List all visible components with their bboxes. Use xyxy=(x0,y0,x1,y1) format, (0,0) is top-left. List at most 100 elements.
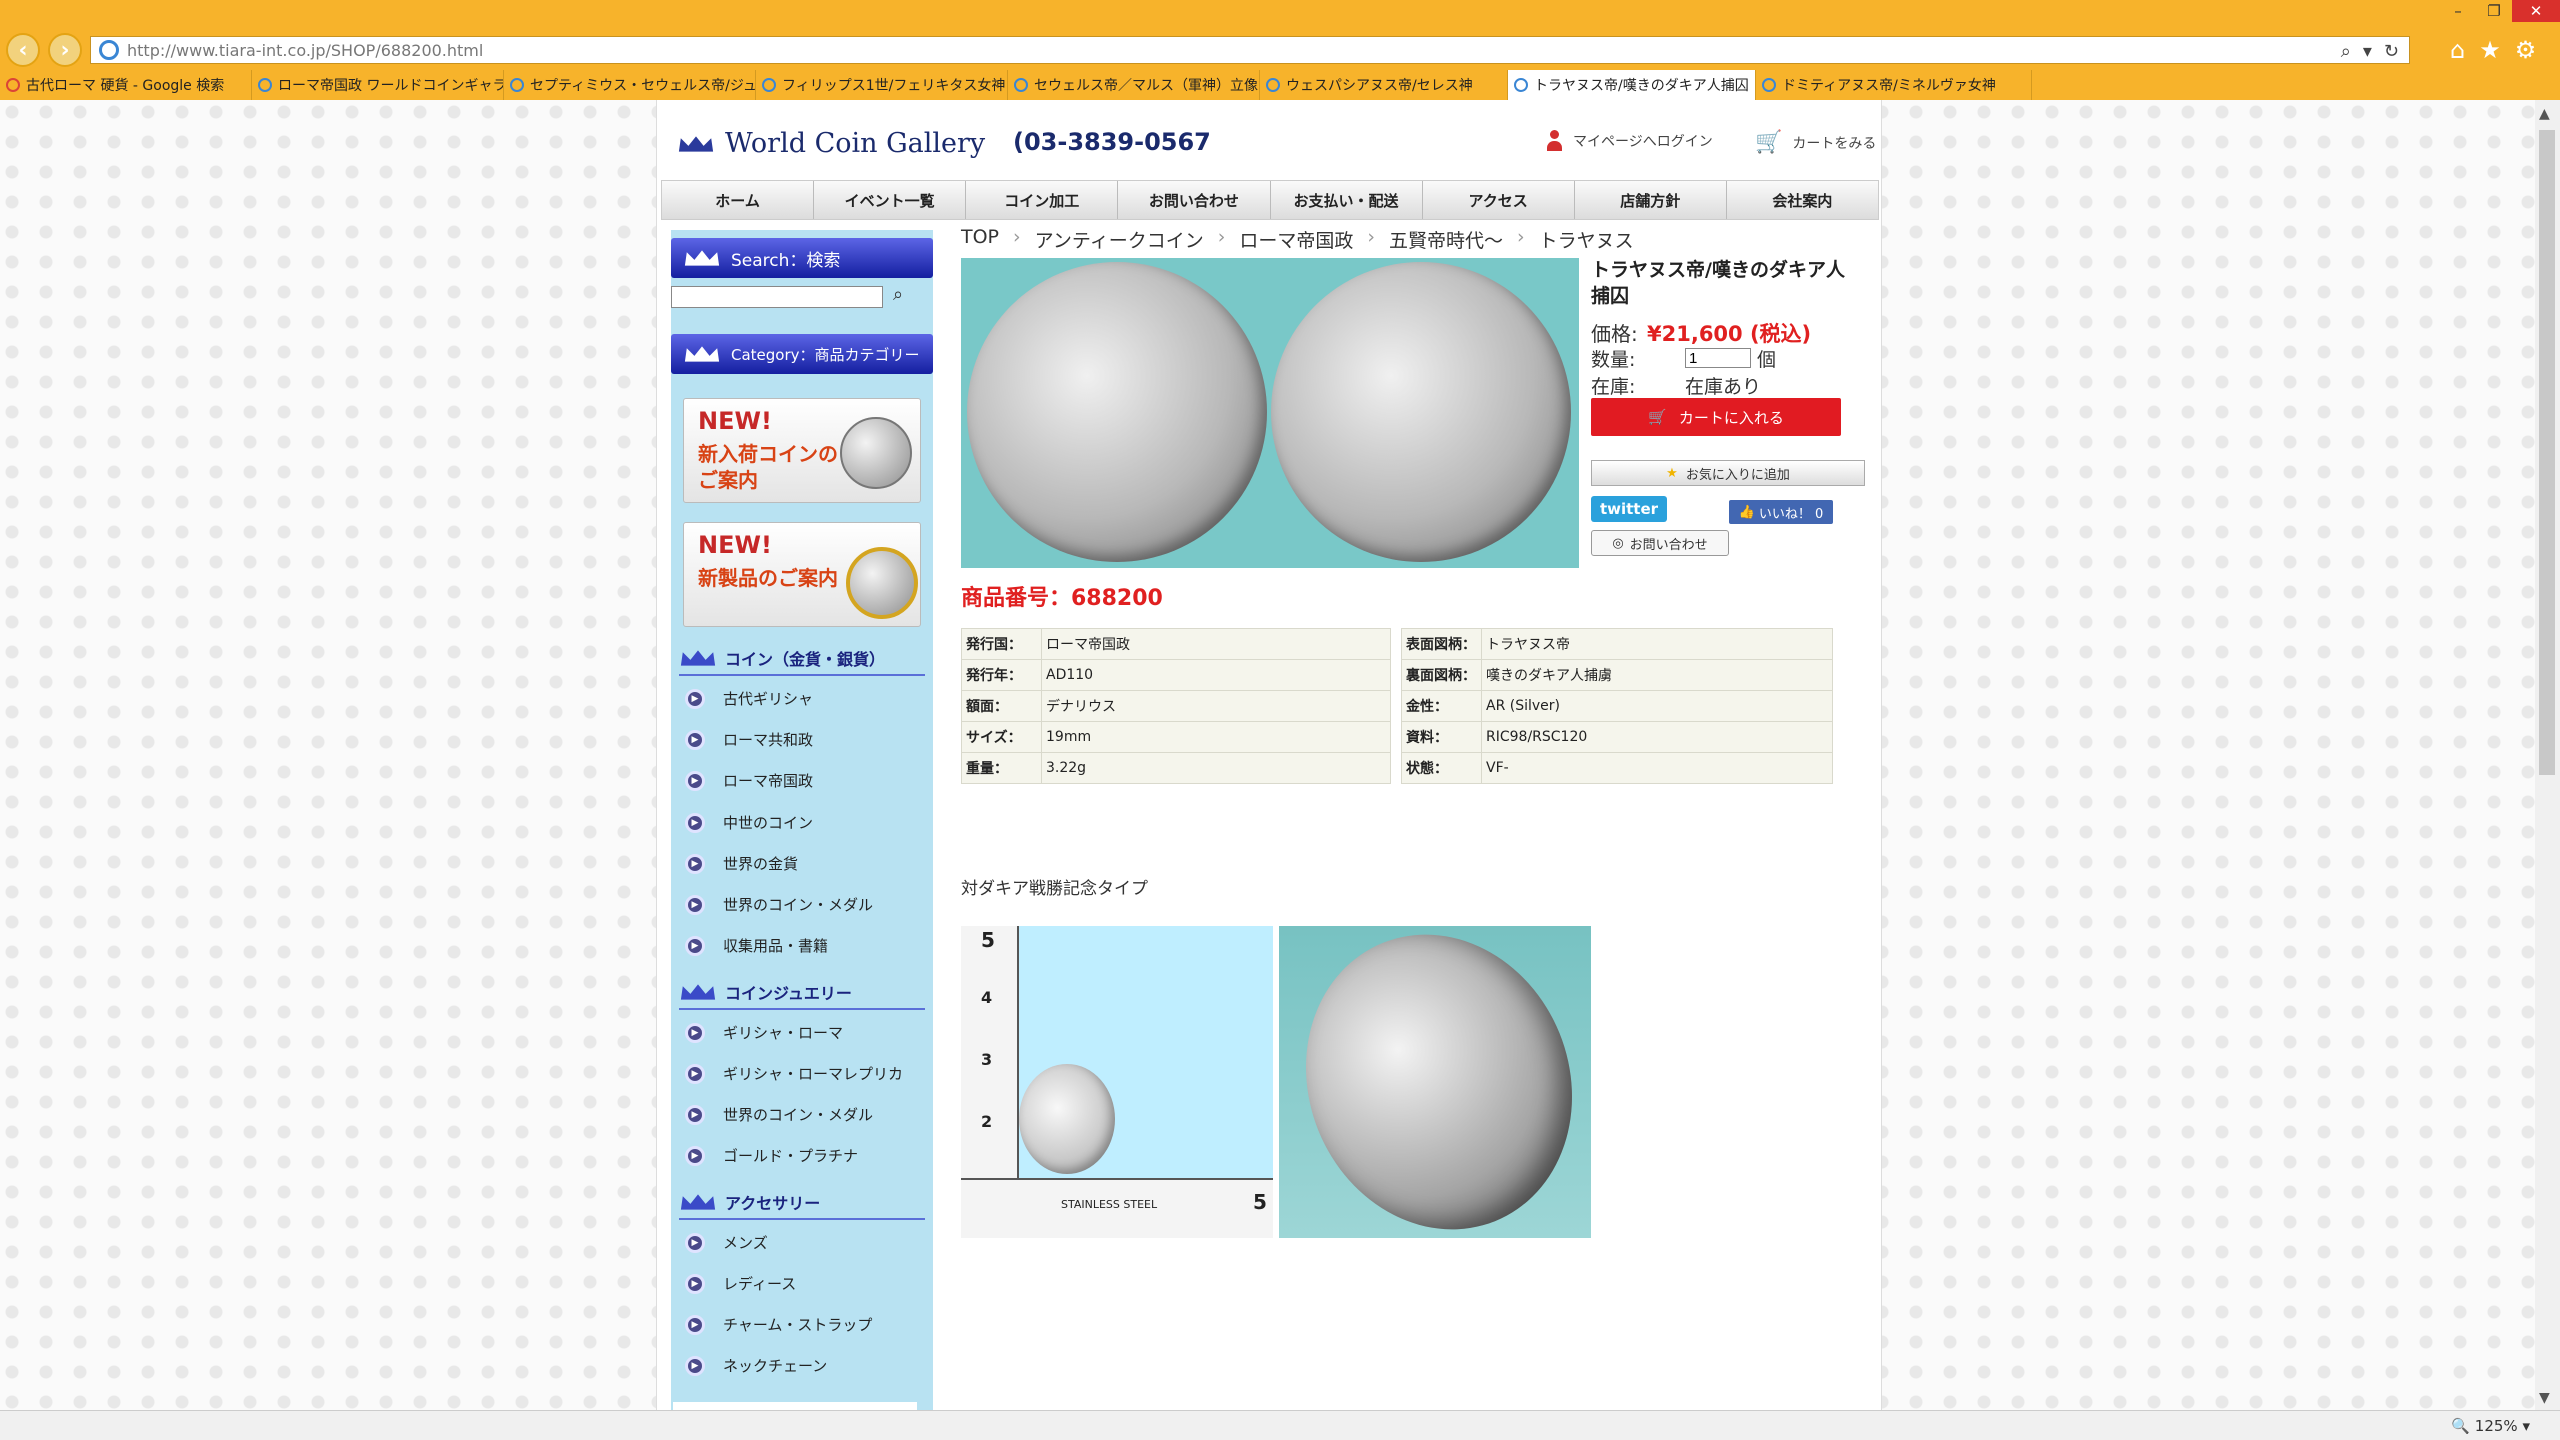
sidebar-section-accessories[interactable]: アクセサリー xyxy=(679,1190,820,1214)
sidebar-item-ancient-greece[interactable]: ▶ 古代ギリシャ xyxy=(685,688,813,709)
sidebar-item-gold-platinum[interactable]: ▶ ゴールド・プラチナ xyxy=(685,1145,858,1166)
logo-text: World Coin Gallery xyxy=(725,128,986,159)
sidebar-item-charm-strap[interactable]: ▶ チャーム・ストラップ xyxy=(685,1314,872,1335)
mypage-login-link[interactable]: マイページへログイン xyxy=(1545,130,1713,152)
coin-image xyxy=(840,417,912,489)
nav-store-policy[interactable]: 店舗方針 xyxy=(1575,181,1727,219)
sidebar-section-jewelry[interactable]: コインジュエリー xyxy=(679,980,852,1004)
price-value: ¥21,600 (税込) xyxy=(1647,322,1812,346)
search-input[interactable] xyxy=(671,286,883,308)
coin-with-ruler-image[interactable]: 5 4 3 2 STAINLESS STEEL 5 xyxy=(961,926,1273,1238)
new-arrivals-banner[interactable]: NEW! 新入荷コインの ご案内 xyxy=(683,398,921,503)
arrow-bullet-icon: ▶ xyxy=(685,812,705,833)
browser-chrome: – ❐ ✕ ‹ › http://www.tiara-int.co.jp/SHO… xyxy=(0,0,2560,100)
breadcrumb-roman-empire[interactable]: ローマ帝国政 xyxy=(1239,226,1353,253)
star-icon[interactable]: ★ xyxy=(2479,36,2501,64)
sidebar-item-greece-rome-replica[interactable]: ▶ ギリシャ・ローマレプリカ xyxy=(685,1063,903,1084)
sidebar-item-neck-chain[interactable]: ▶ ネックチェーン xyxy=(685,1355,827,1376)
sidebar-item-world-gold[interactable]: ▶ 世界の金貨 xyxy=(685,853,798,874)
nav-company[interactable]: 会社案内 xyxy=(1727,181,1878,219)
add-to-cart-button[interactable]: 🛒 カートに入れる xyxy=(1591,398,1841,436)
tab[interactable]: ローマ帝国政 ワールドコインギャラ... xyxy=(252,70,504,100)
nav-events[interactable]: イベント一覧 xyxy=(814,181,967,219)
facebook-like-button[interactable]: 👍 いいね！ 0 xyxy=(1729,500,1833,524)
global-nav: ホーム イベント一覧 コイン加工 お問い合わせ お支払い・配送 アクセス 店舗方… xyxy=(661,180,1879,220)
refresh-icon[interactable]: ↻ xyxy=(2384,41,2399,62)
nav-home[interactable]: ホーム xyxy=(662,181,815,219)
spec-table-left: 発行国： ローマ帝国政 発行年： AD110 額面： デナリウス サイズ： 19mm 重… xyxy=(961,628,1391,784)
nav-access[interactable]: アクセス xyxy=(1423,181,1575,219)
spec-value: 19mm xyxy=(1041,721,1391,753)
ie-icon xyxy=(1514,78,1528,92)
breadcrumb-trajan[interactable]: トラヤヌス xyxy=(1539,226,1634,253)
scroll-thumb[interactable] xyxy=(2539,130,2555,775)
sidebar-item-mens[interactable]: ▶ メンズ xyxy=(685,1232,768,1253)
nav-payment-shipping[interactable]: お支払い・配送 xyxy=(1271,181,1423,219)
address-bar[interactable]: http://www.tiara-int.co.jp/SHOP/688200.h… xyxy=(90,36,2410,64)
nav-coin-processing[interactable]: コイン加工 xyxy=(966,181,1119,219)
add-to-cart-label: カートに入れる xyxy=(1678,408,1784,427)
add-to-favorites-button[interactable]: ★ お気に入りに追加 xyxy=(1591,460,1865,486)
table-row: サイズ： 19mm xyxy=(961,721,1391,753)
tab[interactable]: セプティミウス・セウェルス帝/ジュピ... xyxy=(504,70,756,100)
scroll-down-icon[interactable]: ▼ xyxy=(2539,1390,2550,1406)
search-icon[interactable]: ⌕ xyxy=(893,284,903,305)
back-arrow-icon[interactable]: ‹ xyxy=(6,33,40,67)
tab-active[interactable]: トラヤヌス帝/嘆きのダキア人捕囚✕ xyxy=(1508,70,1756,100)
sidebar-item-jewelry-world-coins[interactable]: ▶ 世界のコイン・メダル xyxy=(685,1104,873,1125)
restore-icon[interactable]: ❐ xyxy=(2476,0,2512,22)
sidebar-item-medieval[interactable]: ▶ 中世のコイン xyxy=(685,812,813,833)
spec-key: 金性： xyxy=(1401,690,1482,722)
phone-icon: ( xyxy=(1013,128,1024,156)
sidebar-item-roman-republic[interactable]: ▶ ローマ共和政 xyxy=(685,729,813,750)
ruler-mark: 2 xyxy=(981,1112,993,1131)
tab[interactable]: フィリップス1世/フェリキタス女神 xyxy=(756,70,1008,100)
mypage-label: マイページへログイン xyxy=(1573,134,1713,150)
quantity-input[interactable] xyxy=(1685,348,1751,368)
divider xyxy=(679,1218,925,1220)
inquiry-button[interactable]: ◎ お問い合わせ xyxy=(1591,530,1729,556)
site-container: World Coin Gallery (03-3839-0567 マイページへロ… xyxy=(656,100,1882,1410)
vertical-scrollbar[interactable]: ▲ ▼ xyxy=(2535,100,2560,1410)
crown-icon xyxy=(679,648,717,668)
tab-google[interactable]: 古代ローマ 硬貨 - Google 検索 xyxy=(0,70,252,100)
breadcrumb-five-emperors[interactable]: 五賢帝時代〜 xyxy=(1389,226,1503,253)
sidebar-section-coins[interactable]: コイン（金貨・銀貨） xyxy=(679,646,885,670)
tab[interactable]: セウェルス帝／マルス（軍神）立像 xyxy=(1008,70,1260,100)
coin-main-image[interactable] xyxy=(961,258,1579,568)
forward-arrow-icon[interactable]: › xyxy=(48,33,82,67)
table-row: 額面： デナリウス xyxy=(961,690,1391,722)
sidebar-item-supplies-books[interactable]: ▶ 収集用品・書籍 xyxy=(685,935,828,956)
minimize-icon[interactable]: – xyxy=(2440,0,2476,22)
search-icon[interactable]: ⌕ xyxy=(2341,41,2351,62)
coin-tilted-image xyxy=(1279,926,1591,1238)
coin-reverse-image xyxy=(1271,262,1571,562)
nav-contact[interactable]: お問い合わせ xyxy=(1118,181,1271,219)
arrow-bullet-icon: ▶ xyxy=(685,1232,705,1253)
sidebar-item-ladies[interactable]: ▶ レディース xyxy=(685,1273,796,1294)
tab[interactable]: ウェスパシアヌス帝/セレス神 xyxy=(1260,70,1508,100)
zoom-level[interactable]: 🔍 125% ▾ xyxy=(2451,1417,2530,1435)
tab[interactable]: ドミティアヌス帝/ミネルヴァ女神 xyxy=(1756,70,2032,100)
home-icon[interactable]: ⌂ xyxy=(2450,36,2465,64)
breadcrumb-antique[interactable]: アンティークコイン xyxy=(1035,226,1204,253)
sidebar-item-world-coins-medals[interactable]: ▶ 世界のコイン・メダル xyxy=(685,894,873,915)
ie-icon xyxy=(510,78,524,92)
breadcrumb-top[interactable]: TOP xyxy=(961,226,999,253)
twitter-share-button[interactable]: twitter xyxy=(1591,496,1667,522)
dropdown-icon[interactable]: ▾ xyxy=(2363,41,2372,62)
view-cart-link[interactable]: 🛒 カートをみる xyxy=(1755,130,1876,155)
coin-angled-image[interactable] xyxy=(1279,926,1591,1238)
new-products-banner[interactable]: NEW! 新製品のご案内 xyxy=(683,522,921,627)
tab-label: トラヤヌス帝/嘆きのダキア人捕囚 xyxy=(1534,78,1749,94)
gear-icon[interactable]: ⚙ xyxy=(2515,36,2537,64)
search-header: Search：検索 xyxy=(671,238,933,278)
close-window-icon[interactable]: ✕ xyxy=(2512,0,2560,22)
divider xyxy=(679,1008,925,1010)
crown-icon xyxy=(679,1192,717,1212)
scroll-up-icon[interactable]: ▲ xyxy=(2539,106,2550,122)
site-logo[interactable]: World Coin Gallery xyxy=(677,128,985,159)
sidebar-item-greece-rome[interactable]: ▶ ギリシャ・ローマ xyxy=(685,1022,843,1043)
banner-line1: 新入荷コインの xyxy=(698,442,838,466)
sidebar-item-roman-empire[interactable]: ▶ ローマ帝国政 xyxy=(685,770,813,791)
